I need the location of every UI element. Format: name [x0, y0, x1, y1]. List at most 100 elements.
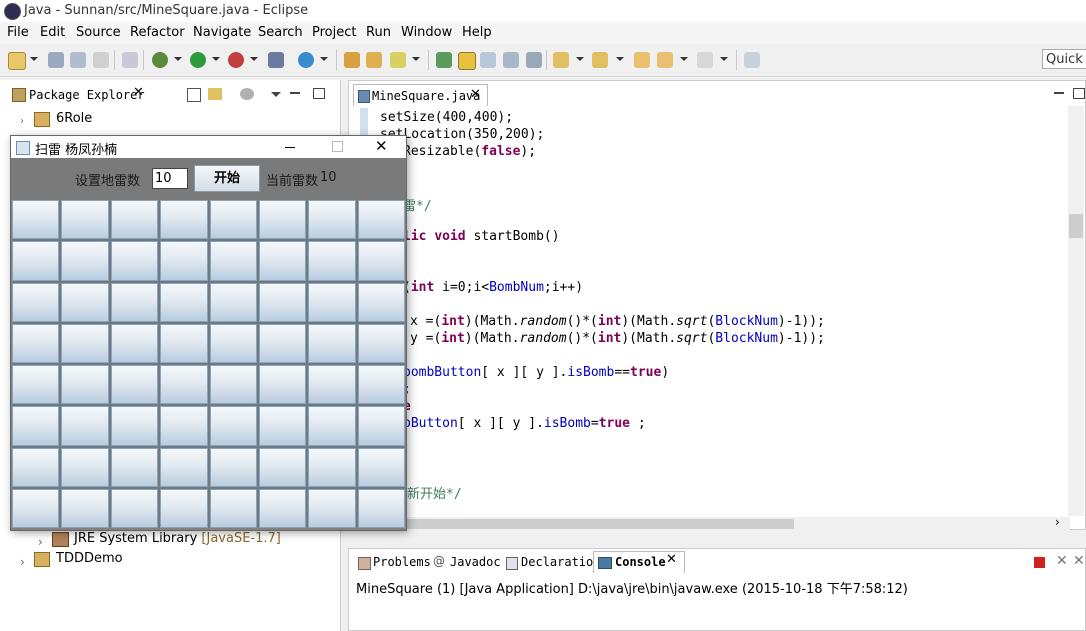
collapse-all-icon[interactable] [187, 88, 201, 102]
mine-cell-button[interactable] [357, 365, 405, 405]
mine-cell-button[interactable] [357, 241, 405, 281]
vertical-scroll-thumb[interactable] [1069, 214, 1083, 238]
menu-file[interactable]: File [7, 25, 29, 40]
remove-all-icon[interactable]: ✕ [1073, 553, 1085, 569]
mine-cell-button[interactable] [61, 447, 109, 487]
mine-cell-button[interactable] [110, 447, 159, 487]
chevron-down-icon[interactable] [616, 57, 624, 61]
editor-tab[interactable]: MineSquare.java ✕ [353, 84, 488, 106]
tree-item-6role[interactable]: 6Role [56, 111, 92, 126]
mine-cell-button[interactable] [357, 200, 405, 240]
mine-count-input[interactable]: 10 [152, 168, 188, 189]
forward-icon[interactable] [697, 52, 713, 68]
minimize-icon[interactable] [290, 92, 300, 94]
menu-search[interactable]: Search [258, 25, 303, 40]
tree-item-tdddemo[interactable]: TDDDemo [56, 551, 123, 566]
link-editor-icon[interactable] [208, 88, 222, 100]
mine-cell-button[interactable] [12, 447, 60, 487]
mine-cell-button[interactable] [160, 323, 208, 363]
mine-cell-button[interactable] [110, 488, 159, 528]
new-java-project-icon[interactable] [268, 52, 284, 68]
menu-window[interactable]: Window [401, 25, 452, 40]
tab-declaration[interactable]: Declaration [521, 555, 600, 569]
run-icon[interactable] [190, 52, 206, 68]
minimize-icon[interactable] [285, 147, 295, 148]
mine-cell-button[interactable] [209, 447, 257, 487]
mine-cell-button[interactable] [110, 406, 159, 446]
mine-cell-button[interactable] [110, 323, 159, 363]
mine-cell-button[interactable] [110, 365, 159, 405]
mine-cell-button[interactable] [258, 200, 307, 240]
vertical-scrollbar[interactable] [1068, 106, 1084, 516]
menu-help[interactable]: Help [462, 25, 492, 40]
mine-cell-button[interactable] [12, 365, 60, 405]
horizontal-scroll-thumb[interactable] [380, 519, 794, 529]
menu-edit[interactable]: Edit [40, 25, 65, 40]
mine-cell-button[interactable] [357, 447, 405, 487]
mine-cell-button[interactable] [12, 406, 60, 446]
chevron-down-icon[interactable] [720, 57, 728, 61]
mine-cell-button[interactable] [308, 447, 356, 487]
maximize-icon[interactable] [1073, 88, 1085, 99]
tab-problems[interactable]: Problems [373, 555, 431, 569]
mine-cell-button[interactable] [160, 406, 208, 446]
mine-cell-button[interactable] [61, 200, 109, 240]
mine-cell-button[interactable] [308, 241, 356, 281]
toggle-mark-icon[interactable] [436, 52, 452, 68]
chevron-down-icon[interactable] [30, 57, 38, 61]
show-whitespace-icon[interactable] [503, 52, 519, 68]
mine-cell-button[interactable] [308, 488, 356, 528]
mine-cell-button[interactable] [209, 241, 257, 281]
menu-refactor[interactable]: Refactor [130, 25, 185, 40]
package-explorer-tab[interactable]: Package Explorer [29, 88, 145, 102]
mine-cell-button[interactable] [357, 488, 405, 528]
mine-cell-button[interactable] [110, 241, 159, 281]
highlight-icon[interactable] [458, 52, 476, 70]
chevron-right-icon[interactable]: › [20, 116, 24, 127]
mine-cell-button[interactable] [160, 200, 208, 240]
mine-cell-button[interactable] [12, 241, 60, 281]
last-edit-icon[interactable] [634, 52, 650, 68]
mine-cell-button[interactable] [258, 365, 307, 405]
chevron-down-icon[interactable] [212, 57, 220, 61]
terminate-icon[interactable] [1034, 557, 1045, 568]
mine-cell-button[interactable] [61, 241, 109, 281]
mine-cell-button[interactable] [258, 323, 307, 363]
external-tools-icon[interactable] [228, 52, 244, 68]
chevron-down-icon[interactable] [174, 57, 182, 61]
tree-item-jre[interactable]: JRE System Library [JavaSE-1.7] [74, 531, 281, 546]
mine-cell-button[interactable] [308, 365, 356, 405]
close-icon[interactable]: ✕ [133, 85, 144, 100]
new-class-icon[interactable] [298, 52, 314, 68]
open-type-icon[interactable] [344, 52, 360, 68]
mine-cell-button[interactable] [160, 241, 208, 281]
prev-annotation-icon[interactable] [592, 52, 608, 68]
paragraph-icon[interactable] [526, 52, 542, 68]
mine-cell-button[interactable] [12, 282, 60, 322]
print-icon[interactable] [93, 52, 109, 68]
mine-cell-button[interactable] [308, 406, 356, 446]
mine-cell-button[interactable] [357, 282, 405, 322]
mine-cell-button[interactable] [12, 488, 60, 528]
mine-cell-button[interactable] [12, 323, 60, 363]
mine-cell-button[interactable] [61, 323, 109, 363]
mine-cell-button[interactable] [209, 406, 257, 446]
save-icon[interactable] [48, 52, 64, 68]
tab-javadoc[interactable]: Javadoc [450, 555, 501, 569]
chevron-down-icon[interactable] [412, 57, 420, 61]
mine-cell-button[interactable] [209, 365, 257, 405]
mine-cell-button[interactable] [308, 323, 356, 363]
mine-cell-button[interactable] [258, 488, 307, 528]
start-button[interactable]: 开始 [194, 165, 260, 192]
chevron-down-icon[interactable] [320, 57, 328, 61]
close-icon[interactable]: ✕ [375, 137, 388, 155]
close-icon[interactable]: ✕ [470, 87, 481, 102]
chevron-right-icon[interactable]: › [38, 535, 43, 549]
mine-cell-button[interactable] [357, 323, 405, 363]
chevron-down-icon[interactable] [576, 57, 584, 61]
chevron-down-icon[interactable] [250, 57, 258, 61]
menu-project[interactable]: Project [312, 25, 356, 40]
chevron-right-icon[interactable]: › [1055, 515, 1060, 529]
save-all-icon[interactable] [70, 52, 86, 68]
next-annotation-icon[interactable] [553, 52, 569, 68]
